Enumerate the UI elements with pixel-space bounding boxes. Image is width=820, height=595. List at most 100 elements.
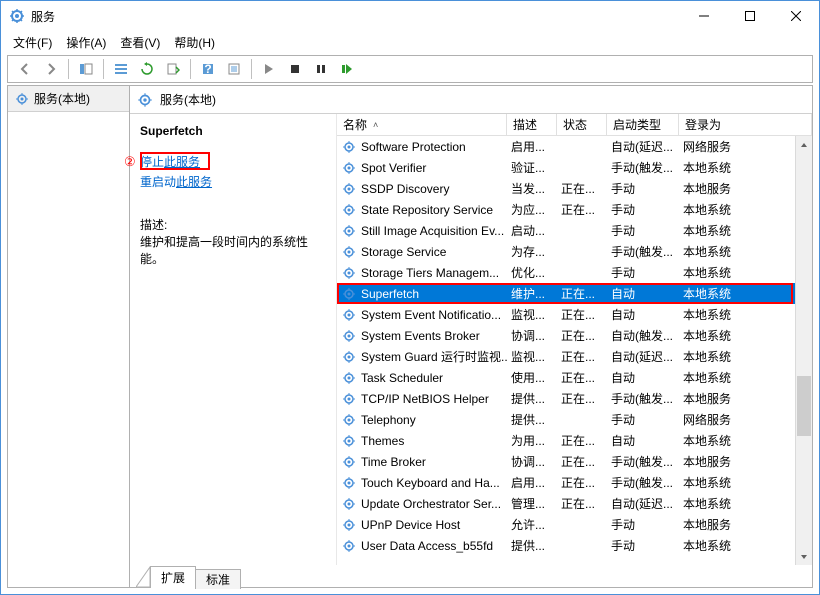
pane-header: 服务(本地) <box>130 86 812 114</box>
service-row[interactable]: Touch Keyboard and Ha...启用...正在...手动(触发.… <box>337 472 795 493</box>
menu-file[interactable]: 文件(F) <box>7 32 58 53</box>
scroll-down-button[interactable] <box>796 548 812 565</box>
cell-desc: 提供... <box>507 537 557 554</box>
selected-service-name: Superfetch <box>140 124 326 138</box>
service-row[interactable]: Storage Service为存...手动(触发...本地系统 <box>337 241 795 262</box>
service-row[interactable]: Task Scheduler使用...正在...自动本地系统 <box>337 367 795 388</box>
description-label: 描述: <box>140 216 326 233</box>
cell-name: Storage Tiers Managem... <box>337 265 507 281</box>
col-header-desc[interactable]: 描述 <box>507 114 557 135</box>
cell-name: TCP/IP NetBIOS Helper <box>337 391 507 407</box>
svg-text:?: ? <box>204 62 211 76</box>
forward-button[interactable] <box>39 58 63 80</box>
details-view-button[interactable] <box>109 58 133 80</box>
cell-desc: 管理... <box>507 495 557 512</box>
window-title: 服务 <box>31 8 681 25</box>
service-row[interactable]: User Data Access_b55fd提供...手动本地系统 <box>337 535 795 556</box>
cell-desc: 当发... <box>507 180 557 197</box>
cell-desc: 为应... <box>507 201 557 218</box>
scroll-up-button[interactable] <box>796 136 812 153</box>
cell-logon: 本地系统 <box>679 327 795 344</box>
list-rows[interactable]: ① Software Protection启用...自动(延迟...网络服务Sp… <box>337 136 795 565</box>
tree-item-services-local[interactable]: 服务(本地) <box>8 86 129 112</box>
service-row[interactable]: Software Protection启用...自动(延迟...网络服务 <box>337 136 795 157</box>
service-row[interactable]: Update Orchestrator Ser...管理...正在...自动(延… <box>337 493 795 514</box>
show-hide-tree-button[interactable] <box>74 58 98 80</box>
cell-logon: 本地服务 <box>679 453 795 470</box>
vertical-scrollbar[interactable] <box>795 136 812 565</box>
service-row[interactable]: TCP/IP NetBIOS Helper提供...正在...手动(触发...本… <box>337 388 795 409</box>
cell-startup: 自动(延迟... <box>607 138 679 155</box>
cell-logon: 本地系统 <box>679 369 795 386</box>
back-button[interactable] <box>13 58 37 80</box>
col-header-startup[interactable]: 启动类型 <box>607 114 679 135</box>
service-row[interactable]: System Events Broker协调...正在...自动(触发...本地… <box>337 325 795 346</box>
refresh-button[interactable] <box>135 58 159 80</box>
cell-desc: 启用... <box>507 138 557 155</box>
service-row[interactable]: Themes为用...正在...自动本地系统 <box>337 430 795 451</box>
pause-service-button[interactable] <box>309 58 333 80</box>
scrollbar-thumb[interactable] <box>797 376 811 436</box>
maximize-button[interactable] <box>727 1 773 31</box>
start-service-button[interactable] <box>257 58 281 80</box>
cell-startup: 手动 <box>607 516 679 533</box>
export-list-button[interactable] <box>161 58 185 80</box>
cell-status: 正在... <box>557 201 607 218</box>
properties-button[interactable] <box>222 58 246 80</box>
restart-service-link[interactable]: 重启动此服务 <box>140 172 326 192</box>
sort-indicator-icon: ˄ <box>373 120 378 130</box>
help-button[interactable]: ? <box>196 58 220 80</box>
cell-name: State Repository Service <box>337 202 507 218</box>
menu-view[interactable]: 查看(V) <box>114 32 166 53</box>
cell-name: System Event Notificatio... <box>337 307 507 323</box>
cell-logon: 网络服务 <box>679 411 795 428</box>
service-row[interactable]: Storage Tiers Managem...优化...手动本地系统 <box>337 262 795 283</box>
col-header-status[interactable]: 状态 <box>557 114 607 135</box>
toolbar: ? <box>7 55 813 83</box>
cell-startup: 手动 <box>607 411 679 428</box>
cell-name: Storage Service <box>337 244 507 260</box>
titlebar[interactable]: 服务 <box>1 1 819 31</box>
service-row[interactable]: SSDP Discovery当发...正在...手动本地服务 <box>337 178 795 199</box>
cell-startup: 自动 <box>607 306 679 323</box>
cell-status: 正在... <box>557 495 607 512</box>
cell-startup: 手动 <box>607 264 679 281</box>
cell-logon: 本地系统 <box>679 537 795 554</box>
menu-action[interactable]: 操作(A) <box>60 32 112 53</box>
minimize-button[interactable] <box>681 1 727 31</box>
cell-startup: 手动(触发... <box>607 243 679 260</box>
detail-panel: Superfetch ② 停止此服务 重启动此服务 描述: 维护和提高一段时间内… <box>130 114 336 565</box>
cell-desc: 验证... <box>507 159 557 176</box>
cell-startup: 手动(触发... <box>607 474 679 491</box>
tab-standard[interactable]: 标准 <box>195 569 241 589</box>
cell-logon: 本地服务 <box>679 180 795 197</box>
cell-desc: 协调... <box>507 453 557 470</box>
tab-extended[interactable]: 扩展 <box>150 566 196 588</box>
cell-name: Time Broker <box>337 454 507 470</box>
service-row[interactable]: Superfetch维护...正在...自动本地系统 <box>337 283 795 304</box>
service-row[interactable]: System Event Notificatio...监视...正在...自动本… <box>337 304 795 325</box>
cell-logon: 本地系统 <box>679 285 795 302</box>
service-row[interactable]: Time Broker协调...正在...手动(触发...本地服务 <box>337 451 795 472</box>
cell-startup: 手动 <box>607 537 679 554</box>
service-row[interactable]: UPnP Device Host允许...手动本地服务 <box>337 514 795 535</box>
close-button[interactable] <box>773 1 819 31</box>
cell-logon: 本地系统 <box>679 306 795 323</box>
cell-logon: 本地系统 <box>679 432 795 449</box>
service-row[interactable]: State Repository Service为应...正在...手动本地系统 <box>337 199 795 220</box>
service-row[interactable]: Still Image Acquisition Ev...启动...手动本地系统 <box>337 220 795 241</box>
cell-logon: 本地服务 <box>679 390 795 407</box>
service-row[interactable]: System Guard 运行时监视...监视...正在...自动(延迟...本… <box>337 346 795 367</box>
cell-logon: 本地系统 <box>679 264 795 281</box>
menu-help[interactable]: 帮助(H) <box>168 32 221 53</box>
cell-desc: 监视... <box>507 348 557 365</box>
tab-diagonal <box>136 565 150 587</box>
service-row[interactable]: Telephony提供...手动网络服务 <box>337 409 795 430</box>
col-header-logon[interactable]: 登录为 <box>679 114 812 135</box>
stop-service-link[interactable]: 停止此服务 <box>140 152 326 172</box>
col-header-name[interactable]: 名称˄ <box>337 114 507 135</box>
stop-service-button[interactable] <box>283 58 307 80</box>
restart-service-button[interactable] <box>335 58 359 80</box>
service-row[interactable]: Spot Verifier验证...手动(触发...本地系统 <box>337 157 795 178</box>
cell-startup: 自动 <box>607 285 679 302</box>
